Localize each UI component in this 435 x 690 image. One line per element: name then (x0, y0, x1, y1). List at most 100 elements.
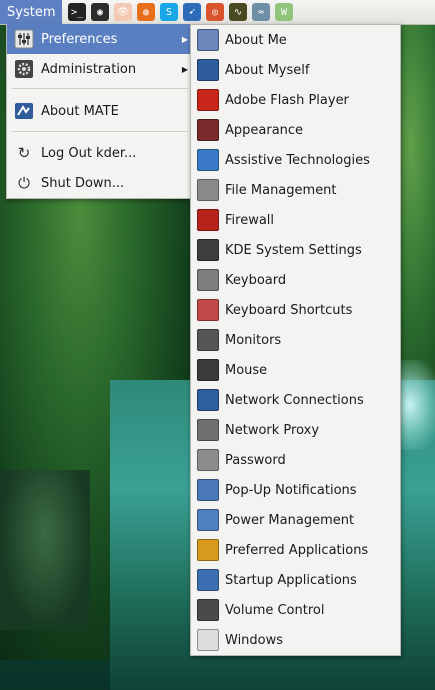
panel-launcher[interactable]: S (158, 2, 179, 23)
submenu-item-label: Windows (225, 632, 284, 648)
preferences-sliders-icon (13, 28, 35, 50)
submenu-item-label: Startup Applications (225, 572, 357, 588)
submenu-item-label: Assistive Technologies (225, 152, 370, 168)
submenu-item-label: Appearance (225, 122, 304, 138)
menu-item-shut-down[interactable]: ⏻ Shut Down... (7, 168, 193, 198)
menu-separator (12, 131, 188, 132)
submenu-item-keyboard[interactable]: Keyboard (191, 265, 400, 295)
id-card-icon (197, 29, 219, 51)
system-menu: Preferences ▶ Administration ▶ About MAT… (6, 24, 194, 199)
disc-icon: ◎ (205, 3, 224, 21)
submenu-item-label: Keyboard Shortcuts (225, 302, 353, 318)
person-icon (197, 59, 219, 81)
system-menu-label: System (7, 4, 56, 20)
menu-item-label: Log Out kder... (41, 145, 137, 161)
system-monitor-icon: ∿ (228, 3, 247, 21)
tie-icon (197, 119, 219, 141)
menu-item-label: Shut Down... (41, 175, 125, 191)
menu-item-log-out[interactable]: ↻ Log Out kder... (7, 138, 193, 168)
power-icon: ⏻ (18, 174, 30, 192)
panel-launcher[interactable]: 👁 (112, 2, 133, 23)
submenu-item-kde-system-settings[interactable]: KDE System Settings (191, 235, 400, 265)
submenu-item-firewall[interactable]: Firewall (191, 205, 400, 235)
submenu-item-adobe-flash-player[interactable]: Adobe Flash Player (191, 85, 400, 115)
wallpaper-rock (0, 470, 90, 630)
submenu-item-label: Keyboard (225, 272, 287, 288)
submenu-item-label: Preferred Applications (225, 542, 369, 558)
mate-logo-icon (13, 100, 35, 122)
preferences-submenu: About Me About Myself Adobe Flash Player Ap… (190, 24, 401, 656)
menu-item-label: Preferences (41, 31, 118, 47)
speaker-icon (197, 599, 219, 621)
submenu-item-monitors[interactable]: Monitors (191, 325, 400, 355)
keyboard-shortcuts-icon (197, 299, 219, 321)
submenu-item-file-management[interactable]: File Management (191, 175, 400, 205)
submenu-item-label: KDE System Settings (225, 242, 362, 258)
submenu-item-preferred-applications[interactable]: Preferred Applications (191, 535, 400, 565)
submenu-item-startup-applications[interactable]: Startup Applications (191, 565, 400, 595)
star-icon (197, 539, 219, 561)
system-menu-button[interactable]: System (0, 0, 63, 24)
submenu-arrow-icon: ▶ (181, 64, 188, 74)
submenu-item-about-me[interactable]: About Me (191, 25, 400, 55)
keyboard-icon (197, 269, 219, 291)
submenu-item-label: Pop-Up Notifications (225, 482, 357, 498)
startup-icon (197, 569, 219, 591)
submenu-item-label: Network Connections (225, 392, 364, 408)
submenu-item-label: File Management (225, 182, 337, 198)
shark-icon: ≈ (251, 3, 270, 21)
menu-item-about-mate[interactable]: About MATE (7, 96, 193, 126)
menu-item-label: Administration (41, 61, 137, 77)
firewall-icon (197, 209, 219, 231)
firefox-icon: ◍ (136, 3, 155, 21)
panel-launcher[interactable]: ➹ (181, 2, 202, 23)
power-management-icon (197, 509, 219, 531)
menu-item-label: About MATE (41, 103, 119, 119)
submenu-item-network-proxy[interactable]: Network Proxy (191, 415, 400, 445)
submenu-item-label: Volume Control (225, 602, 325, 618)
menu-item-preferences[interactable]: Preferences ▶ (7, 24, 193, 54)
terminal-icon: >_ (67, 3, 86, 21)
submenu-item-label: Password (225, 452, 286, 468)
submenu-item-appearance[interactable]: Appearance (191, 115, 400, 145)
submenu-item-mouse[interactable]: Mouse (191, 355, 400, 385)
submenu-item-label: Adobe Flash Player (225, 92, 349, 108)
submenu-item-keyboard-shortcuts[interactable]: Keyboard Shortcuts (191, 295, 400, 325)
submenu-item-windows[interactable]: Windows (191, 625, 400, 655)
submenu-item-label: Monitors (225, 332, 282, 348)
administration-gear-icon (13, 58, 35, 80)
proxy-icon (197, 419, 219, 441)
panel-launcher[interactable]: ◎ (204, 2, 225, 23)
submenu-item-pop-up-notifications[interactable]: Pop-Up Notifications (191, 475, 400, 505)
skype-icon: S (159, 3, 178, 21)
panel-launcher[interactable]: ∿ (227, 2, 248, 23)
submenu-item-label: Power Management (225, 512, 355, 528)
flash-icon (197, 89, 219, 111)
submenu-item-password[interactable]: Password (191, 445, 400, 475)
submenu-item-label: About Me (225, 32, 287, 48)
submenu-item-label: Mouse (225, 362, 268, 378)
submenu-item-about-myself[interactable]: About Myself (191, 55, 400, 85)
top-panel: System >_ ◉ 👁 ◍ S ➹ ◎ ∿ ≈ W (0, 0, 435, 25)
file-cabinet-icon (197, 179, 219, 201)
submenu-item-label: About Myself (225, 62, 310, 78)
menu-item-administration[interactable]: Administration ▶ (7, 54, 193, 84)
panel-launcher[interactable]: ≈ (250, 2, 271, 23)
camera-lens-icon: ◉ (90, 3, 109, 21)
submenu-item-power-management[interactable]: Power Management (191, 505, 400, 535)
notification-icon (197, 479, 219, 501)
submenu-item-volume-control[interactable]: Volume Control (191, 595, 400, 625)
panel-launcher[interactable]: W (273, 2, 294, 23)
panel-launcher[interactable]: ◍ (135, 2, 156, 23)
kde-settings-icon (197, 239, 219, 261)
submenu-arrow-icon: ▶ (181, 34, 188, 44)
w-logo-icon: W (274, 3, 293, 21)
menu-separator (12, 88, 188, 89)
submenu-item-label: Network Proxy (225, 422, 320, 438)
panel-launcher[interactable]: >_ (66, 2, 87, 23)
eye-icon: 👁 (113, 3, 132, 21)
submenu-item-network-connections[interactable]: Network Connections (191, 385, 400, 415)
panel-launcher[interactable]: ◉ (89, 2, 110, 23)
submenu-item-assistive-technologies[interactable]: Assistive Technologies (191, 145, 400, 175)
monitor-icon (197, 329, 219, 351)
